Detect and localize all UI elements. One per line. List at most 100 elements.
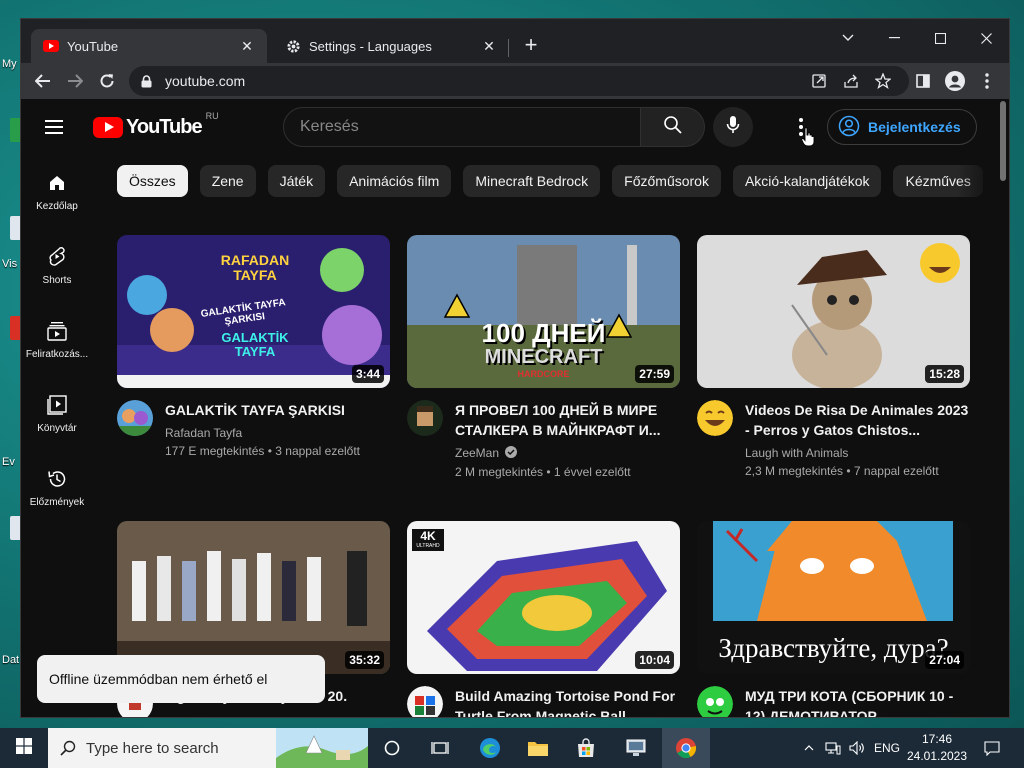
guide-item-subscriptions[interactable]: Feliratkozás... [25, 303, 89, 377]
reload-icon[interactable] [95, 69, 119, 93]
video-meta: Build Amazing Tortoise Pond For Turtle F… [407, 686, 680, 717]
task-view-button[interactable] [416, 728, 464, 768]
tab-settings-languages[interactable]: Settings - Languages ✕ [273, 29, 509, 63]
video-thumbnail[interactable]: 15:28 [697, 235, 970, 388]
edge-browser-icon[interactable] [466, 728, 514, 768]
channel-avatar[interactable] [407, 686, 443, 717]
video-title[interactable]: МУД ТРИ КОТА (СБОРНИК 10 - 12) ДЕМОТИВАТ… [745, 686, 970, 717]
guide-label: Könyvtár [37, 423, 77, 434]
guide-item-library[interactable]: Könyvtár [25, 377, 89, 451]
minimize-button[interactable] [871, 23, 917, 53]
channel-avatar[interactable] [697, 400, 733, 436]
share-icon[interactable] [841, 71, 861, 91]
hamburger-menu-icon[interactable] [45, 115, 69, 139]
chip-animation[interactable]: Animációs film [337, 165, 452, 197]
microsoft-store-icon[interactable] [562, 728, 610, 768]
thumb-4k-badge: 4K [420, 529, 436, 543]
video-meta: МУД ТРИ КОТА (СБОРНИК 10 - 12) ДЕМОТИВАТ… [697, 686, 970, 717]
video-card[interactable]: RAFADAN TAYFA GALAKTİK TAYFA ŞARKISI GAL… [117, 235, 390, 458]
signin-button[interactable]: Bejelentkezés [827, 109, 977, 145]
tab-title: YouTube [67, 38, 119, 54]
desktop-label: My [2, 58, 17, 70]
start-button[interactable] [0, 728, 48, 768]
side-panel-icon[interactable] [911, 69, 935, 93]
chips-fade [957, 163, 997, 199]
close-tab-icon[interactable]: ✕ [481, 38, 497, 54]
notifications-icon[interactable] [978, 728, 1006, 768]
history-icon [45, 467, 69, 491]
chip-gaming[interactable]: Játék [267, 165, 326, 197]
file-explorer-icon[interactable] [514, 728, 562, 768]
signin-label: Bejelentkezés [868, 119, 961, 135]
youtube-logo[interactable]: YouTube RU [93, 111, 219, 139]
search-icon [60, 740, 76, 756]
video-title[interactable]: Я ПРОВЕЛ 100 ДНЕЙ В МИРЕ СТАЛКЕРА В МАЙН… [455, 400, 680, 440]
close-window-button[interactable] [963, 23, 1009, 53]
close-tab-icon[interactable]: ✕ [239, 38, 255, 54]
video-stats: 177 E megtekintés • 3 nappal ezelőtt [165, 444, 360, 458]
account-icon [838, 115, 860, 140]
guide-item-shorts[interactable]: Shorts [25, 229, 89, 303]
guide-item-home[interactable]: Kezdőlap [25, 155, 89, 229]
video-meta: Я ПРОВЕЛ 100 ДНЕЙ В МИРЕ СТАЛКЕРА В МАЙН… [407, 400, 680, 479]
taskbar-search-box[interactable]: Type here to search [48, 728, 368, 768]
voice-search-button[interactable] [713, 107, 753, 147]
browser-menu-icon[interactable] [975, 69, 999, 93]
video-stats: 2,3 M megtekintés • 7 nappal ezelőtt [745, 464, 939, 478]
tab-youtube[interactable]: YouTube ✕ [31, 29, 267, 63]
search-button[interactable] [641, 107, 705, 147]
remote-desktop-icon[interactable] [612, 728, 660, 768]
channel-avatar[interactable] [407, 400, 443, 436]
profile-avatar-icon[interactable] [943, 69, 967, 93]
video-thumbnail[interactable]: RAFADAN TAYFA GALAKTİK TAYFA ŞARKISI GAL… [117, 235, 390, 388]
taskbar-clock[interactable]: 17:46 24.01.2023 [905, 731, 969, 765]
video-thumbnail[interactable]: Здравствуйте, дура? 27:04 [697, 521, 970, 674]
video-thumbnail[interactable]: 100 ДНЕЙ MINECRAFT HARDCORE 27:59 [407, 235, 680, 388]
network-icon[interactable] [822, 728, 844, 768]
chrome-browser-icon[interactable] [662, 728, 710, 768]
video-title[interactable]: Videos De Risa De Animales 2023 - Perros… [745, 400, 970, 440]
address-bar[interactable]: youtube.com [129, 66, 909, 96]
video-card[interactable]: Здравствуйте, дура? 27:04 МУД ТРИ КОТА (… [697, 521, 970, 717]
scrollbar-thumb[interactable] [1000, 101, 1006, 181]
chip-cooking[interactable]: Főzőműsorok [612, 165, 721, 197]
video-title[interactable]: GALAKTİK TAYFA ŞARKISI [165, 400, 390, 420]
url-text: youtube.com [165, 73, 246, 89]
cortana-button[interactable] [368, 728, 416, 768]
desktop-label: Vis [2, 258, 18, 270]
thumb-logo-text: GALAKTİK TAYFA [221, 330, 289, 359]
bookmark-star-icon[interactable] [873, 71, 893, 91]
search-input[interactable]: Keresés [283, 107, 641, 147]
forward-arrow-icon[interactable] [63, 69, 87, 93]
video-card[interactable]: 15:28 Videos De Risa De Animales 2023 - … [697, 235, 970, 478]
youtube-page: YouTube RU Keresés Bejelentkezés Kezdőla… [21, 99, 1009, 717]
microphone-icon [726, 115, 740, 140]
tab-search-chevron-icon[interactable] [825, 23, 871, 53]
channel-name[interactable]: ZeeMan [455, 446, 680, 461]
guide-item-history[interactable]: Előzmények [25, 451, 89, 525]
channel-avatar[interactable] [697, 686, 733, 717]
volume-icon[interactable] [846, 728, 868, 768]
show-hidden-icons-chevron-icon[interactable] [800, 728, 818, 768]
guide-label: Shorts [42, 275, 72, 286]
video-thumbnail[interactable]: 35:32 [117, 521, 390, 674]
maximize-button[interactable] [917, 23, 963, 53]
page-scrollbar[interactable] [997, 99, 1009, 717]
chip-music[interactable]: Zene [199, 165, 256, 197]
open-in-app-icon[interactable] [809, 71, 829, 91]
new-tab-button[interactable]: + [519, 33, 543, 57]
back-arrow-icon[interactable] [31, 69, 55, 93]
input-language-indicator[interactable]: ENG [872, 728, 902, 768]
windows-taskbar: Type here to search ENG 17:46 24.01.2023 [0, 728, 1024, 768]
channel-avatar[interactable] [117, 400, 153, 436]
video-card[interactable]: 100 ДНЕЙ MINECRAFT HARDCORE 27:59 Я ПРОВ… [407, 235, 680, 479]
chip-action-adventure[interactable]: Akció-kalandjátékok [732, 165, 882, 197]
region-code: RU [205, 111, 219, 121]
channel-name[interactable]: Rafadan Tayfa [165, 426, 390, 440]
video-card[interactable]: 4K ULTRAHD 10:04 Build Amazing Tortoise … [407, 521, 680, 717]
chip-minecraft-bedrock[interactable]: Minecraft Bedrock [463, 165, 601, 197]
video-thumbnail[interactable]: 4K ULTRAHD 10:04 [407, 521, 680, 674]
video-title[interactable]: Build Amazing Tortoise Pond For Turtle F… [455, 686, 680, 717]
chip-all[interactable]: Összes [117, 165, 188, 197]
channel-name[interactable]: Laugh with Animals [745, 446, 970, 460]
